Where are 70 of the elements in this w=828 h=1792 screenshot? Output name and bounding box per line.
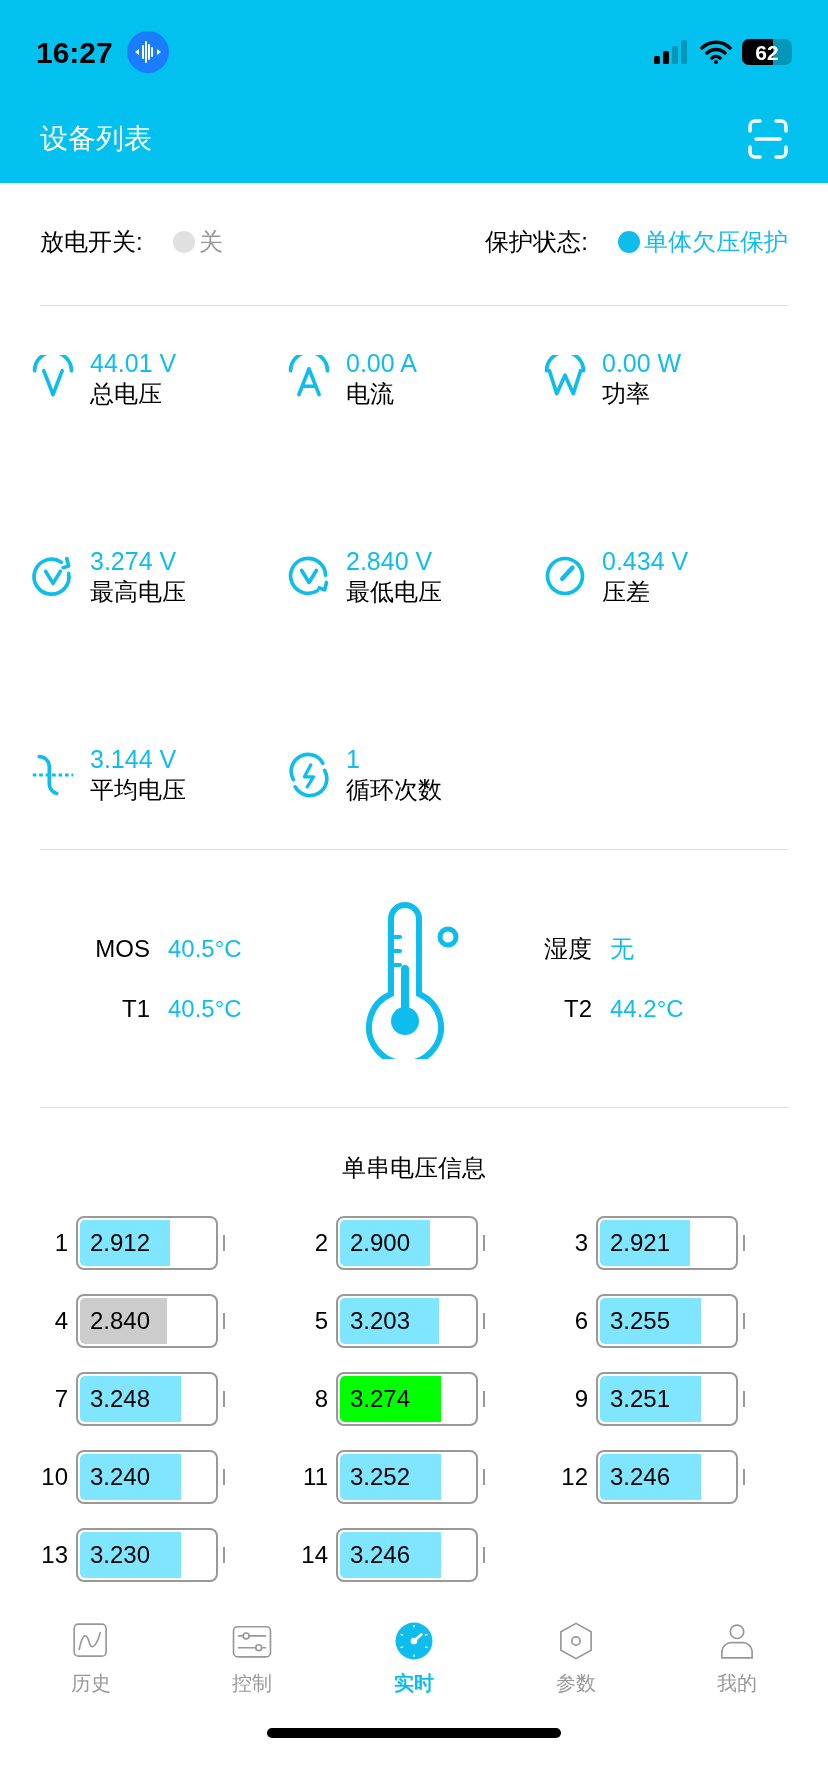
metric-label: 平均电压 bbox=[90, 778, 186, 803]
cell-number: 11 bbox=[302, 1462, 328, 1492]
temperature-label: T1 bbox=[121, 993, 150, 1024]
cell-number: 2 bbox=[313, 1228, 328, 1258]
gauge-icon bbox=[393, 1620, 435, 1662]
cell-voltage: 3.240 bbox=[90, 1462, 151, 1492]
signal-icon bbox=[654, 40, 690, 64]
metric-value: 3.274 V bbox=[90, 548, 178, 574]
cell-number: 8 bbox=[313, 1384, 328, 1414]
cell-number: 1 bbox=[53, 1228, 68, 1258]
cell-number: 9 bbox=[573, 1384, 588, 1414]
temperature-label: T2 bbox=[563, 993, 592, 1024]
cell-number: 12 bbox=[560, 1462, 588, 1492]
cell-number: 4 bbox=[53, 1306, 68, 1336]
temperature-label: MOS bbox=[94, 933, 150, 964]
metric-value: 0.00 A bbox=[346, 350, 417, 376]
tab-item[interactable]: 参数 bbox=[515, 1620, 636, 1698]
cell-voltage: 2.900 bbox=[350, 1228, 411, 1258]
cell-number: 6 bbox=[573, 1306, 588, 1336]
metric-value: 2.840 V bbox=[346, 548, 434, 574]
metric-value: 44.01 V bbox=[90, 350, 177, 376]
wifi-icon bbox=[700, 40, 732, 64]
cell-number: 5 bbox=[313, 1306, 328, 1336]
metric-label: 最低电压 bbox=[346, 579, 442, 604]
state-label: 放电开关: bbox=[40, 227, 143, 257]
cell-voltage: 3.252 bbox=[350, 1462, 411, 1492]
temperature-value: 40.5°C bbox=[168, 933, 242, 964]
cell-voltage: 2.921 bbox=[610, 1228, 671, 1258]
metric-value: 0.434 V bbox=[602, 548, 689, 574]
metric-label: 循环次数 bbox=[346, 778, 442, 803]
metric-label: 功率 bbox=[602, 381, 651, 406]
header-title[interactable]: 设备列表 bbox=[40, 117, 152, 160]
cell-voltage: 3.274 bbox=[350, 1384, 411, 1414]
cell-number: 3 bbox=[573, 1228, 588, 1258]
metric-label: 压差 bbox=[602, 579, 651, 604]
tab-item[interactable]: 控制 bbox=[192, 1620, 313, 1698]
metric-value: 0.00 W bbox=[602, 350, 682, 376]
tab-item[interactable]: 历史 bbox=[30, 1620, 151, 1698]
status-time: 16:27 bbox=[36, 34, 113, 71]
metric-value: 1 bbox=[346, 747, 361, 773]
voice-recording-icon bbox=[126, 31, 169, 73]
cell-voltage: 2.912 bbox=[90, 1228, 151, 1258]
scan-icon[interactable] bbox=[748, 118, 788, 159]
metric-label: 电流 bbox=[346, 381, 395, 406]
cell-number: 13 bbox=[40, 1540, 68, 1570]
section-title: 单串电压信息 bbox=[342, 1153, 486, 1183]
temperature-value: 44.2°C bbox=[610, 993, 684, 1024]
state-value: 单体欠压保护 bbox=[644, 227, 788, 257]
metric-label: 最高电压 bbox=[90, 579, 186, 604]
temperature-value: 40.5°C bbox=[168, 993, 242, 1024]
cycles-icon bbox=[286, 751, 332, 798]
cell-voltage: 2.840 bbox=[90, 1306, 151, 1336]
temperature-value: 无 bbox=[610, 933, 634, 964]
cell-voltage: 3.230 bbox=[90, 1540, 151, 1570]
cell-voltage: 3.255 bbox=[610, 1306, 671, 1336]
tab-item[interactable]: 实时 bbox=[354, 1620, 474, 1698]
metric-label: 总电压 bbox=[90, 381, 163, 406]
tab-item[interactable]: 我的 bbox=[677, 1620, 798, 1698]
state-value: 关 bbox=[198, 227, 223, 257]
cell-number: 7 bbox=[53, 1384, 68, 1414]
cell-voltage: 3.251 bbox=[610, 1384, 671, 1414]
temperature-label: 湿度 bbox=[543, 933, 592, 964]
cell-number: 10 bbox=[40, 1462, 68, 1492]
cell-voltage: 3.248 bbox=[90, 1384, 151, 1414]
metric-value: 3.144 V bbox=[90, 747, 178, 773]
cell-voltage: 3.203 bbox=[350, 1306, 411, 1336]
state-label: 保护状态: bbox=[485, 227, 588, 257]
cell-voltage: 3.246 bbox=[610, 1462, 671, 1492]
cell-number: 14 bbox=[300, 1540, 328, 1570]
cell-voltage: 3.246 bbox=[350, 1540, 411, 1570]
